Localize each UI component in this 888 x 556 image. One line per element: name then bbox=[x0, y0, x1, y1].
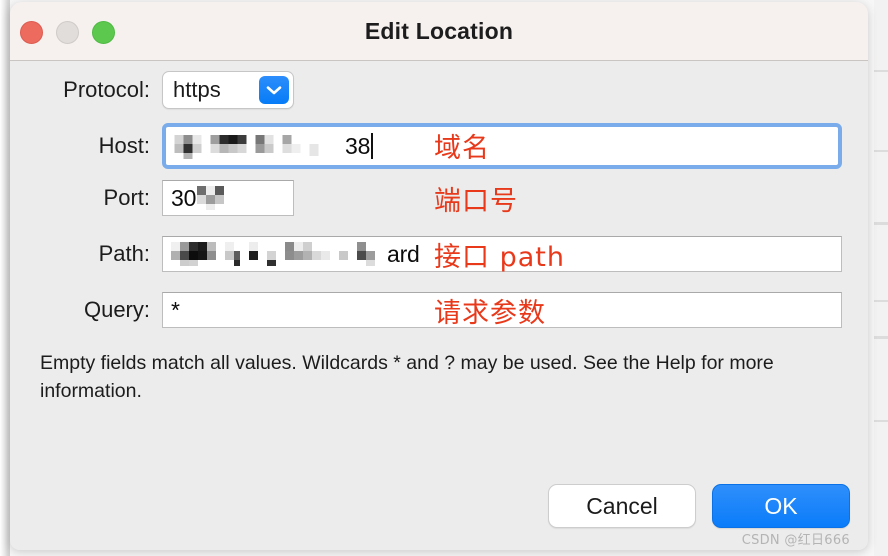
dialog-title-bar: Edit Location bbox=[10, 2, 868, 61]
background-list-row bbox=[874, 150, 888, 152]
annotation-path: 接口 path bbox=[434, 242, 565, 273]
chevron-down-icon[interactable] bbox=[259, 76, 289, 104]
port-visible-text: 30 bbox=[171, 184, 197, 211]
form-row-path: Path: ard 接口 path bbox=[10, 236, 868, 273]
query-visible-text: * bbox=[171, 296, 180, 323]
background-list-row bbox=[874, 420, 888, 422]
help-text: Empty fields match all values. Wildcards… bbox=[40, 352, 774, 403]
redacted-path-text bbox=[171, 237, 393, 271]
background-list-row bbox=[874, 336, 888, 339]
dialog-button-bar: Cancel OK bbox=[548, 484, 850, 528]
protocol-select[interactable]: https bbox=[162, 71, 294, 109]
dialog-title: Edit Location bbox=[364, 18, 514, 44]
annotation-host: 域名 bbox=[434, 133, 490, 164]
background-list-row bbox=[874, 70, 888, 72]
host-input-inner[interactable]: 38 bbox=[166, 127, 838, 165]
watermark: CSDN @红日666 bbox=[741, 533, 850, 548]
path-label: Path: bbox=[98, 241, 150, 266]
dialog-body: Protocol: https Host: 38 域名 Port: 30 端口号… bbox=[10, 61, 868, 550]
ok-button[interactable]: OK bbox=[712, 484, 850, 528]
redacted-port-text bbox=[197, 181, 242, 215]
form-row-host: Host: 38 域名 bbox=[10, 123, 868, 169]
form-row-query: Query: * 请求参数 bbox=[10, 292, 868, 329]
edit-location-dialog: Edit Location Protocol: https Host: 38 域… bbox=[10, 2, 868, 550]
path-visible-text: ard bbox=[387, 240, 420, 267]
text-cursor bbox=[371, 133, 374, 159]
background-list-row bbox=[874, 222, 888, 225]
redacted-host-text bbox=[174, 129, 349, 164]
annotation-query: 请求参数 bbox=[434, 298, 546, 329]
cancel-button[interactable]: Cancel bbox=[548, 484, 696, 528]
port-label: Port: bbox=[103, 185, 150, 210]
background-window-right-edge bbox=[874, 0, 888, 556]
protocol-label: Protocol: bbox=[63, 77, 150, 102]
background-list-row bbox=[874, 300, 888, 302]
host-visible-text: 38 bbox=[345, 132, 371, 159]
annotation-port: 端口号 bbox=[434, 186, 518, 217]
protocol-value: https bbox=[173, 77, 221, 102]
port-input[interactable]: 30 bbox=[162, 180, 294, 216]
form-row-protocol: Protocol: https bbox=[10, 71, 868, 109]
background-window-left-edge bbox=[0, 0, 10, 556]
host-label: Host: bbox=[98, 133, 150, 158]
query-label: Query: bbox=[83, 297, 150, 322]
host-input[interactable]: 38 bbox=[162, 123, 842, 169]
form-row-port: Port: 30 端口号 bbox=[10, 180, 868, 217]
